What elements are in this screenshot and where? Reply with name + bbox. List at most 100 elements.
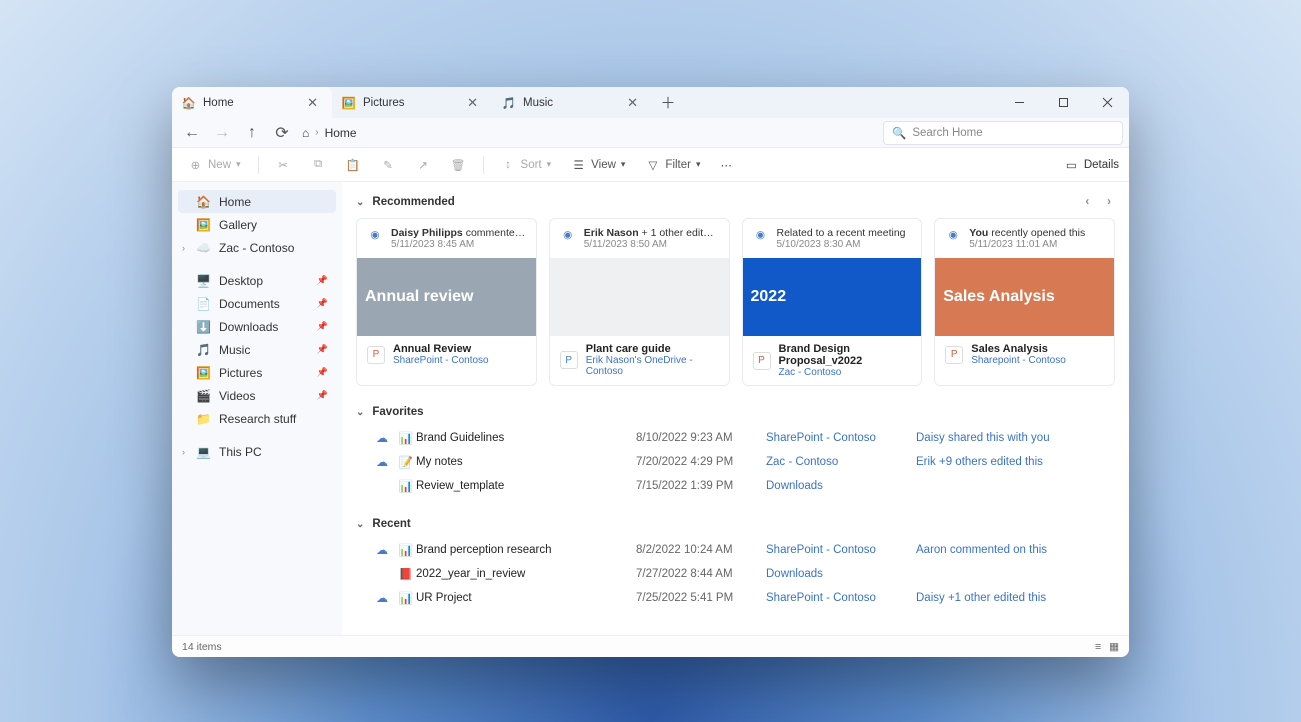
- videos-icon: 🎬: [196, 388, 211, 403]
- sidebar-item-home[interactable]: 🏠Home: [178, 190, 336, 213]
- file-row[interactable]: 📕2022_year_in_review7/27/2022 8:44 AMDow…: [356, 562, 1115, 586]
- filter-label: Filter: [665, 159, 691, 171]
- sidebar-item-desktop[interactable]: 🖥️Desktop📌: [178, 269, 336, 292]
- maximize-button[interactable]: [1041, 87, 1085, 118]
- tab-music[interactable]: 🎵 Music ✕: [492, 87, 652, 118]
- pictures-icon: 🖼️: [342, 96, 356, 110]
- close-window-button[interactable]: [1085, 87, 1129, 118]
- copy-button[interactable]: ⧉: [305, 154, 332, 175]
- card-footer: PPlant care guideErik Nason's OneDrive -…: [550, 336, 729, 384]
- recommended-card[interactable]: ◉You recently opened this5/11/2023 11:01…: [934, 218, 1115, 386]
- sidebar-item-zac-contoso[interactable]: ›☁️Zac - Contoso: [178, 236, 336, 259]
- refresh-button[interactable]: ⟳: [268, 120, 296, 146]
- filter-button[interactable]: ▽Filter▾: [639, 154, 706, 175]
- section-title: Recent: [372, 518, 410, 530]
- file-name: Brand perception research: [416, 544, 636, 556]
- file-row[interactable]: 📊Review_template7/15/2022 1:39 PMDownloa…: [356, 474, 1115, 498]
- activity-text: Daisy Philipps commented on...: [391, 227, 526, 239]
- list-view-icon[interactable]: ≡: [1095, 641, 1101, 653]
- grid-view-icon[interactable]: ▦: [1109, 641, 1119, 653]
- tab-pictures[interactable]: 🖼️ Pictures ✕: [332, 87, 492, 118]
- cut-button[interactable]: ✂: [270, 154, 297, 175]
- sort-label: Sort: [521, 159, 542, 171]
- rename-button[interactable]: ✎: [375, 154, 402, 175]
- search-input[interactable]: 🔍 Search Home: [883, 121, 1123, 145]
- file-location: SharePoint - Contoso: [766, 432, 916, 444]
- chevron-down-icon[interactable]: ⌄: [356, 407, 364, 418]
- sidebar-item-pictures[interactable]: 🖼️Pictures📌: [178, 361, 336, 384]
- tab-label: Pictures: [363, 97, 405, 109]
- navbar: ← → ↑ ⟳ ⌂ › Home 🔍 Search Home: [172, 118, 1129, 148]
- status-bar: 14 items ≡ ▦: [172, 635, 1129, 657]
- activity-date: 5/11/2023 8:50 AM: [584, 239, 719, 250]
- music-icon: 🎵: [196, 342, 211, 357]
- file-type-icon: P: [367, 346, 385, 364]
- file-name: My notes: [416, 456, 636, 468]
- chevron-right-icon: ›: [315, 127, 318, 138]
- close-tab-icon[interactable]: ✕: [623, 94, 642, 112]
- recommended-card[interactable]: ◉Erik Nason + 1 other edited this5/11/20…: [549, 218, 730, 386]
- sidebar-item-research-stuff[interactable]: 📁Research stuff: [178, 407, 336, 430]
- chevron-down-icon[interactable]: ⌄: [356, 197, 364, 208]
- section-favorites-header[interactable]: ⌄ Favorites: [356, 400, 1115, 426]
- tab-label: Home: [203, 97, 234, 109]
- separator: [483, 156, 484, 174]
- file-row[interactable]: ☁📊Brand perception research8/2/2022 10:2…: [356, 538, 1115, 562]
- share-button[interactable]: ↗: [410, 154, 437, 175]
- section-recommended-header[interactable]: ⌄ Recommended ‹ ›: [356, 188, 1115, 218]
- breadcrumb[interactable]: ⌂ › Home: [298, 126, 357, 140]
- file-date: 7/15/2022 1:39 PM: [636, 480, 766, 492]
- new-button[interactable]: ⊕New▾: [182, 154, 247, 175]
- card-header: ◉Erik Nason + 1 other edited this5/11/20…: [550, 219, 729, 258]
- cloud-status-icon: ☁: [376, 543, 396, 557]
- delete-button[interactable]: 🗑: [445, 154, 472, 175]
- file-row[interactable]: ☁📊UR Project7/25/2022 5:41 PMSharePoint …: [356, 586, 1115, 610]
- sidebar-item-music[interactable]: 🎵Music📌: [178, 338, 336, 361]
- minimize-button[interactable]: [997, 87, 1041, 118]
- card-footer: PBrand Design Proposal_v2022Zac - Contos…: [743, 336, 922, 385]
- file-row[interactable]: ☁📊Brand Guidelines8/10/2022 9:23 AMShare…: [356, 426, 1115, 450]
- paste-button[interactable]: 📋: [340, 154, 367, 175]
- activity-icon: ◉: [367, 227, 383, 243]
- carousel-prev-button[interactable]: ‹: [1081, 194, 1093, 210]
- new-label: New: [208, 159, 231, 171]
- sidebar-item-downloads[interactable]: ⬇️Downloads📌: [178, 315, 336, 338]
- tab-home[interactable]: 🏠 Home ✕: [172, 87, 332, 118]
- close-tab-icon[interactable]: ✕: [303, 94, 322, 112]
- filter-icon: ▽: [645, 157, 660, 172]
- carousel-next-button[interactable]: ›: [1103, 194, 1115, 210]
- activity-text: You recently opened this: [969, 227, 1085, 239]
- sidebar-item-this-pc[interactable]: ›💻This PC: [178, 440, 336, 463]
- forward-button[interactable]: →: [208, 120, 236, 146]
- recommended-card[interactable]: ◉Related to a recent meeting5/10/2023 8:…: [742, 218, 923, 386]
- file-row[interactable]: ☁📝My notes7/20/2022 4:29 PMZac - Contoso…: [356, 450, 1115, 474]
- section-recent-header[interactable]: ⌄ Recent: [356, 512, 1115, 538]
- add-tab-button[interactable]: ＋: [652, 87, 684, 118]
- section-title: Recommended: [372, 196, 454, 208]
- activity-icon: ◉: [560, 227, 576, 243]
- more-button[interactable]: ⋯: [715, 155, 739, 175]
- back-button[interactable]: ←: [178, 120, 206, 146]
- file-title: Annual Review: [393, 343, 489, 355]
- card-footer: PAnnual ReviewSharePoint - Contoso: [357, 336, 536, 373]
- file-activity: Erik +9 others edited this: [916, 456, 1043, 468]
- file-date: 7/20/2022 4:29 PM: [636, 456, 766, 468]
- card-footer: PSales AnalysisSharepoint - Contoso: [935, 336, 1114, 373]
- view-button[interactable]: ☰View▾: [565, 154, 631, 175]
- sidebar-item-documents[interactable]: 📄Documents📌: [178, 292, 336, 315]
- sidebar-item-gallery[interactable]: 🖼️Gallery: [178, 213, 336, 236]
- up-button[interactable]: ↑: [238, 120, 266, 146]
- file-type-icon: P: [945, 346, 963, 364]
- chevron-down-icon[interactable]: ⌄: [356, 519, 364, 530]
- card-thumbnail: Annual review: [357, 258, 536, 336]
- card-header: ◉Daisy Philipps commented on...5/11/2023…: [357, 219, 536, 258]
- search-icon: 🔍: [892, 126, 906, 140]
- close-tab-icon[interactable]: ✕: [463, 94, 482, 112]
- file-type-icon: 📊: [396, 543, 416, 557]
- sidebar-item-videos[interactable]: 🎬Videos📌: [178, 384, 336, 407]
- activity-icon: ◉: [753, 227, 769, 243]
- details-button[interactable]: ▭Details: [1064, 157, 1119, 172]
- pin-icon: 📌: [317, 390, 328, 401]
- sort-button[interactable]: ↕Sort▾: [495, 154, 558, 175]
- recommended-card[interactable]: ◉Daisy Philipps commented on...5/11/2023…: [356, 218, 537, 386]
